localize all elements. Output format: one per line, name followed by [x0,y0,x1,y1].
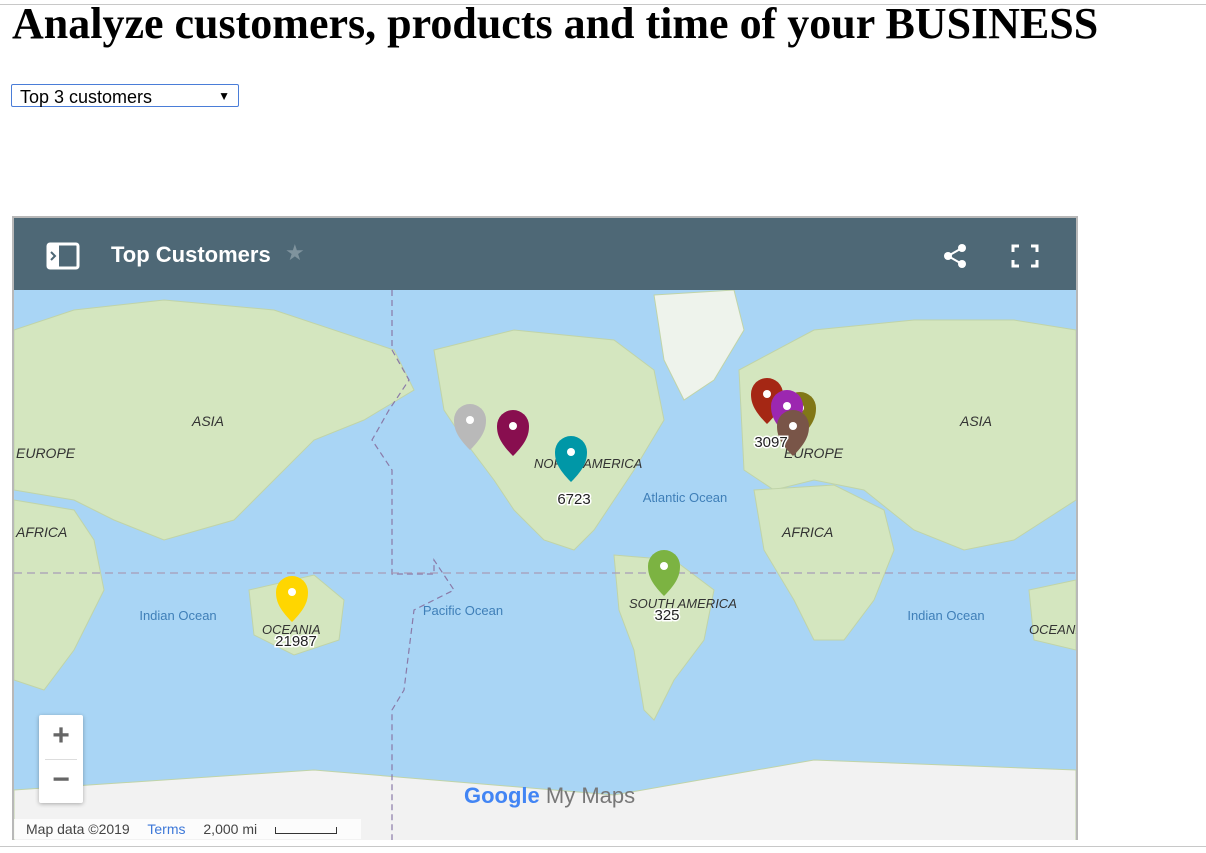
chevron-down-icon: ▼ [218,89,230,103]
google-my-maps-logo: Google My Maps [464,783,635,809]
zoom-divider [45,759,77,760]
continent-label: EUROPE [16,445,76,461]
panel-toggle-icon[interactable] [44,242,80,270]
marker-value-south-america: 325 [654,607,679,624]
bottom-divider [0,846,1206,847]
continent-label: NORTH AMERICA [534,456,642,471]
fullscreen-icon[interactable] [1010,243,1040,269]
ocean-label: Indian Ocean [139,608,216,623]
marker-value-oceania: 21987 [275,633,317,650]
zoom-out-button[interactable]: − [39,759,83,803]
marker-value-north-america: 6723 [557,491,590,508]
map-attribution: Map data ©2019 [26,821,130,837]
ocean-label: Pacific Ocean [423,603,503,618]
map-header: Top Customers ★ [14,218,1076,290]
brand-google: Google [464,783,540,808]
terms-link[interactable]: Terms [147,821,185,837]
zoom-controls: + − [39,715,83,803]
map-footer: Map data ©2019 Terms 2,000 mi [14,819,362,839]
continent-label: OCEANIA [1029,622,1076,637]
scale-bar [275,826,338,834]
world-map[interactable]: ASIA EUROPE AFRICA NORTH AMERICA SOUTH A… [14,290,1076,840]
continent-label: ASIA [959,413,992,429]
continent-label: SOUTH AMERICA [629,596,737,611]
ocean-label: Atlantic Ocean [643,490,728,505]
star-icon[interactable]: ★ [285,240,305,266]
continent-label: AFRICA [15,524,67,540]
continent-label: AFRICA [781,524,833,540]
continent-label: ASIA [191,413,224,429]
marker-value-europe: 3097 [754,434,787,451]
scale-label: 2,000 mi [203,821,258,837]
share-icon[interactable] [942,243,968,269]
zoom-in-button[interactable]: + [39,715,83,759]
ocean-label: Indian Ocean [907,608,984,623]
page-title: Analyze customers, products and time of … [12,0,1099,48]
map-title: Top Customers [111,242,271,267]
customer-filter-select[interactable]: Top 3 customers ▼ [11,84,239,107]
embedded-map[interactable]: Top Customers ★ ASIA EUROPE AFRICA NORTH… [12,216,1078,840]
brand-mymaps: My Maps [545,783,636,808]
select-value: Top 3 customers [20,87,153,107]
